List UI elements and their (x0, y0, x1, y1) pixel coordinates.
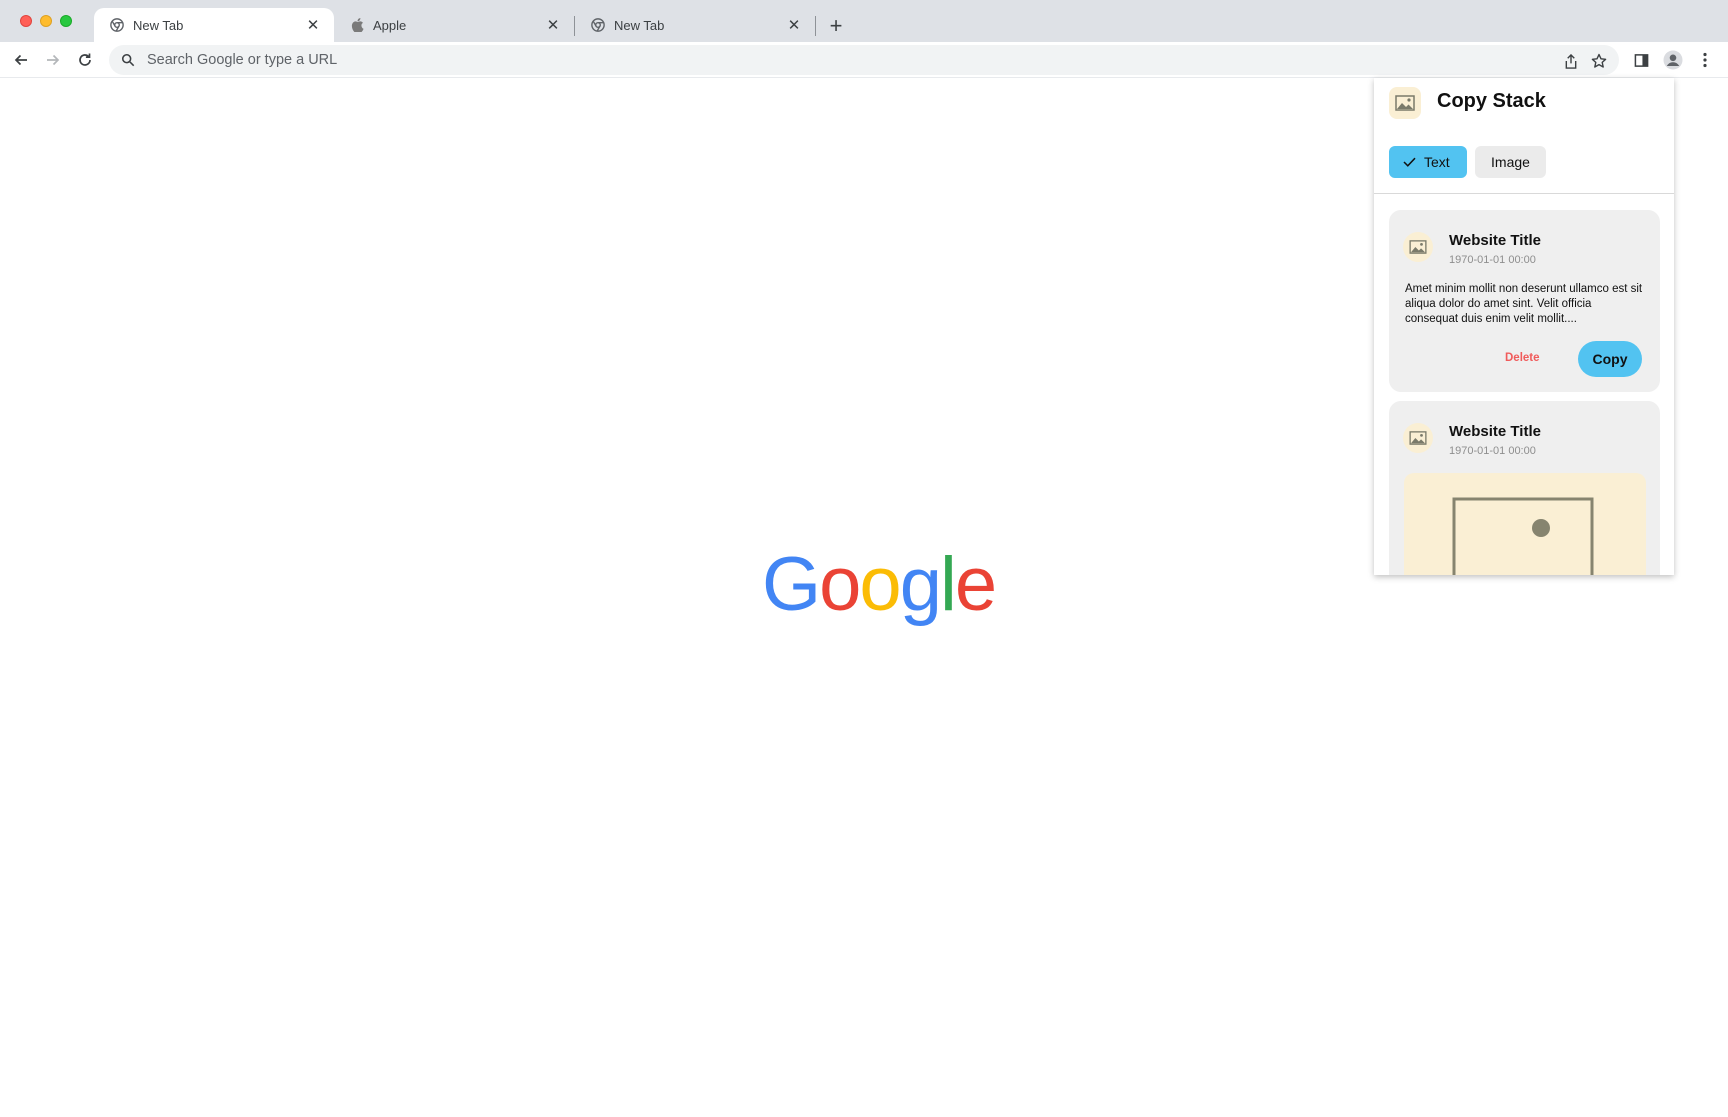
back-button[interactable] (8, 47, 34, 73)
logo-letter: l (939, 542, 957, 627)
side-panel-button[interactable] (1628, 47, 1654, 73)
tab-title: Apple (373, 17, 407, 33)
reload-button[interactable] (72, 47, 98, 73)
copy-stack-popup: Copy Stack Text Image Website Title 1970… (1374, 78, 1674, 575)
close-tab-icon[interactable]: ✕ (304, 16, 322, 34)
tab-strip: New Tab ✕ Apple ✕ New Tab ✕ + (0, 0, 1728, 42)
close-tab-icon[interactable]: ✕ (544, 16, 562, 34)
more-menu-button[interactable] (1692, 47, 1718, 73)
share-icon[interactable] (1560, 50, 1582, 72)
filter-chip-image[interactable]: Image (1475, 146, 1546, 178)
search-icon (121, 52, 137, 68)
minimize-window-button[interactable] (40, 15, 52, 27)
browser-toolbar (0, 42, 1728, 78)
tab-apple[interactable]: Apple ✕ (334, 8, 574, 42)
tab-separator (815, 16, 816, 36)
clip-card: Website Title 1970-01-01 00:00 Amet mini… (1389, 210, 1660, 392)
image-placeholder-icon[interactable] (1404, 473, 1646, 575)
card-title: Website Title (1449, 423, 1541, 440)
close-tab-icon[interactable]: ✕ (785, 16, 803, 34)
arrow-right-icon (47, 54, 60, 66)
tab-title: New Tab (614, 17, 665, 33)
close-window-button[interactable] (20, 15, 32, 27)
tab-new-tab-1[interactable]: New Tab ✕ (94, 8, 334, 42)
logo-letter: G (762, 542, 821, 627)
chrome-icon (590, 17, 606, 33)
logo-letter: g (899, 542, 942, 627)
reload-icon (79, 53, 91, 66)
side-panel-icon (1634, 53, 1648, 67)
new-tab-button[interactable]: + (822, 12, 850, 40)
chip-label: Image (1491, 154, 1530, 170)
tab-new-tab-2[interactable]: New Tab ✕ (575, 8, 815, 42)
popup-title: Copy Stack (1437, 90, 1546, 112)
chip-label: Text (1424, 154, 1450, 170)
arrow-left-icon (14, 54, 27, 66)
logo-letter: o (859, 542, 901, 627)
google-logo: G o o g l e (762, 542, 997, 627)
filter-chip-text[interactable]: Text (1389, 146, 1467, 178)
tab-title: New Tab (133, 17, 184, 33)
maximize-window-button[interactable] (60, 15, 72, 27)
check-icon (1403, 157, 1416, 167)
address-bar[interactable] (109, 45, 1619, 75)
apple-icon (349, 17, 365, 33)
card-timestamp: 1970-01-01 00:00 (1449, 254, 1536, 266)
profile-button[interactable] (1660, 47, 1686, 73)
logo-letter: o (819, 542, 861, 627)
app-logo-icon (1389, 87, 1421, 119)
copy-button[interactable]: Copy (1578, 341, 1642, 377)
popup-header: Copy Stack Text Image (1374, 78, 1674, 194)
card-timestamp: 1970-01-01 00:00 (1449, 445, 1536, 457)
logo-letter: e (954, 542, 997, 627)
site-favicon-icon (1403, 232, 1433, 262)
clip-card: Website Title 1970-01-01 00:00 (1389, 401, 1660, 575)
forward-button[interactable] (40, 47, 66, 73)
address-input[interactable] (147, 52, 1347, 68)
divider (1374, 193, 1674, 194)
site-favicon-icon (1403, 423, 1433, 453)
card-text-preview: Amet minim mollit non deserunt ullamco e… (1405, 283, 1643, 325)
card-title: Website Title (1449, 232, 1541, 249)
chrome-icon (109, 17, 125, 33)
kebab-menu-icon (1703, 52, 1707, 68)
bookmark-star-icon[interactable] (1588, 50, 1610, 72)
avatar-icon (1663, 50, 1683, 70)
delete-button[interactable]: Delete (1505, 352, 1540, 364)
